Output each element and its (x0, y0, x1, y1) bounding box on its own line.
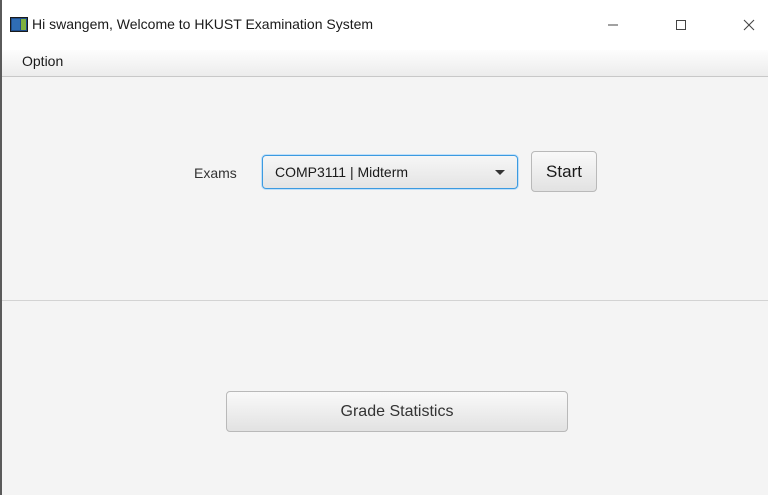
maximize-icon (676, 20, 686, 30)
maximize-button[interactable] (658, 0, 704, 50)
menu-option[interactable]: Option (22, 53, 63, 69)
java-app-icon (10, 17, 28, 32)
chevron-down-icon (495, 170, 505, 175)
exams-label: Exams (194, 165, 237, 181)
minimize-icon (608, 24, 618, 26)
minimize-button[interactable] (590, 0, 636, 50)
section-divider (2, 300, 768, 301)
exam-dropdown[interactable]: COMP3111 | Midterm (262, 155, 518, 189)
app-window: Hi swangem, Welcome to HKUST Examination… (0, 0, 768, 495)
exam-dropdown-value: COMP3111 | Midterm (275, 164, 409, 180)
title-bar[interactable]: Hi swangem, Welcome to HKUST Examination… (2, 0, 768, 50)
menu-bar: Option (2, 50, 768, 77)
close-button[interactable] (726, 0, 768, 50)
start-button[interactable]: Start (531, 151, 597, 192)
window-title: Hi swangem, Welcome to HKUST Examination… (32, 16, 374, 32)
close-icon (743, 19, 755, 31)
grade-statistics-button[interactable]: Grade Statistics (226, 391, 568, 432)
